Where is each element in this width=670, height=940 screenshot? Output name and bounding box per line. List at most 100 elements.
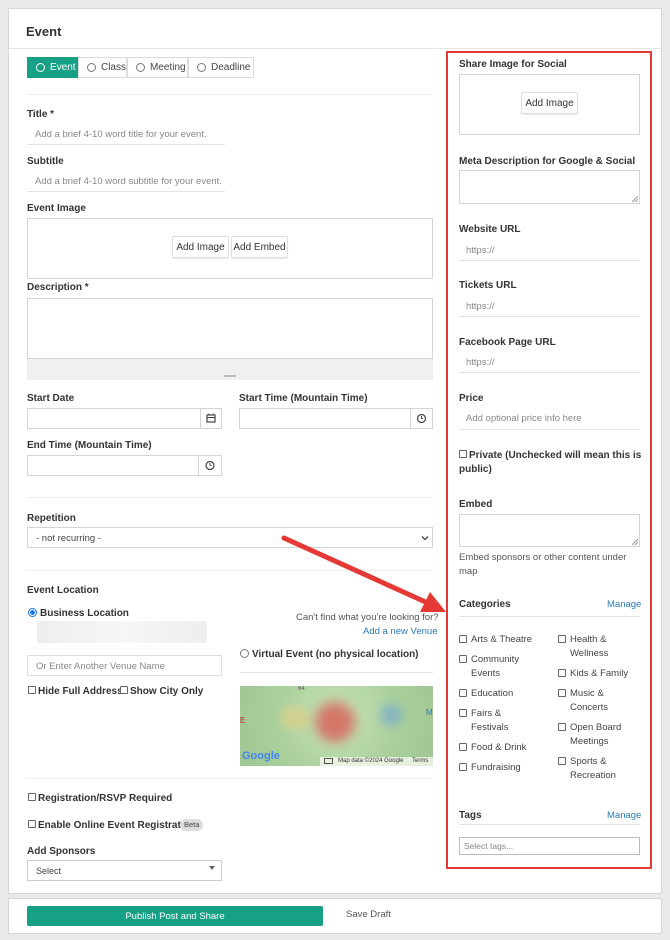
keyboard-icon[interactable] [324,758,333,764]
online-registration-checkbox[interactable] [28,820,36,828]
categories-manage-link[interactable]: Manage [607,599,641,610]
location-map[interactable]: E M 64 Google Map data ©2024 Google Term… [240,686,433,766]
category-checkbox[interactable] [459,655,467,663]
map-terms-link[interactable]: Terms [412,758,428,764]
private-checkbox[interactable] [459,450,467,458]
event-location-label: Event Location [27,585,99,596]
category-checkbox[interactable] [558,669,566,677]
title-underline [27,144,225,145]
tags-underline [459,824,640,825]
category-checkbox[interactable] [459,635,467,643]
virtual-underline [240,672,433,673]
add-image-button[interactable]: Add Image [172,236,229,258]
show-city-checkbox[interactable] [120,686,128,694]
category-checkbox[interactable] [558,723,566,731]
subtitle-label: Subtitle [27,156,64,167]
category-checkbox[interactable] [558,689,566,697]
website-url-input[interactable]: https:// [466,245,495,256]
subtitle-input[interactable]: Add a brief 4-10 word subtitle for your … [35,176,222,187]
embed-help-line1: Embed sponsors or other content under [459,552,627,563]
end-time-label: End Time (Mountain Time) [27,440,152,451]
venue-name-input[interactable]: Or Enter Another Venue Name [27,655,222,676]
category-checkbox[interactable] [558,635,566,643]
category-label-line: Recreation [570,769,616,781]
category-label: Fairs & Festivals [471,707,508,734]
category-checkbox[interactable] [459,743,467,751]
category-checkbox[interactable] [459,709,467,717]
end-time-clock-button[interactable] [198,455,222,476]
hide-address-checkbox[interactable] [28,686,36,694]
add-embed-button[interactable]: Add Embed [231,236,288,258]
category-label-line: Fundraising [471,762,521,773]
sponsors-value: Select [36,866,62,876]
event-image-dropzone[interactable] [27,218,433,279]
category-label: Arts & Theatre [471,633,532,647]
business-location-radio[interactable] [28,608,37,620]
tags-manage-link[interactable]: Manage [607,810,641,821]
category-label-line: Open Board [570,722,622,733]
add-venue-link[interactable]: Add a new Venue [363,626,437,637]
resize-grip-icon [632,539,638,545]
clock-icon [205,460,215,471]
map-marker-icon [315,702,355,742]
radio-icon [136,63,145,72]
sponsors-select[interactable]: Select [27,860,222,881]
map-label-m: M [426,708,433,717]
rsvp-checkbox[interactable] [28,793,36,801]
price-input[interactable]: Add optional price info here [466,413,582,424]
meta-description-textarea[interactable] [459,170,640,204]
end-time-input[interactable] [27,455,222,476]
tags-label: Tags [459,810,482,821]
description-label: Description * [27,282,89,293]
map-route-marker: 64 [298,686,305,692]
category-label: Music & Concerts [570,687,608,714]
title-input[interactable]: Add a brief 4-10 word title for your eve… [35,129,207,140]
tickets-underline [459,316,640,317]
beta-badge: Beta [180,819,204,831]
start-time-label: Start Time (Mountain Time) [239,393,368,404]
description-textarea[interactable] [27,298,433,359]
category-label: Education [471,687,513,701]
category-label-line: Arts & Theatre [471,634,533,645]
map-water [380,704,402,726]
type-option-label: Meeting [150,62,186,73]
type-option-class[interactable]: Class [78,57,127,78]
calendar-button[interactable] [200,408,222,429]
start-time-clock-button[interactable] [410,408,433,429]
map-data-text: Map data ©2024 Google [338,757,404,764]
publish-button[interactable]: Publish Post and Share [27,906,323,926]
category-checkbox[interactable] [558,757,566,765]
tags-input[interactable]: Select tags... [459,837,640,855]
event-image-label: Event Image [27,203,86,214]
virtual-event-radio[interactable] [240,649,249,661]
private-label-line1: Private (Unchecked will mean this is [469,450,642,461]
category-checkbox[interactable] [459,689,467,697]
category-label-line: Kids & Family [570,668,629,679]
type-option-meeting[interactable]: Meeting [127,57,188,78]
venue-name-placeholder: Or Enter Another Venue Name [36,661,165,672]
divider [27,497,433,498]
sponsors-label: Add Sponsors [27,846,96,857]
share-add-image-button[interactable]: Add Image [521,92,578,114]
tickets-url-input[interactable]: https:// [466,301,495,312]
type-option-label: Event [50,62,76,73]
type-option-deadline[interactable]: Deadline [188,57,254,78]
category-label-line: Sports & [570,756,607,767]
annotation-arrow-icon [281,535,446,612]
radio-icon [36,63,45,72]
category-checkbox[interactable] [459,763,467,771]
category-label: Food & Drink [471,741,526,755]
embed-textarea[interactable] [459,514,640,547]
map-area [280,706,310,730]
save-draft-button[interactable]: Save Draft [346,909,391,920]
type-option-event[interactable]: Event [27,57,78,78]
start-date-label: Start Date [27,393,75,404]
radio-icon [197,63,206,72]
category-label-line: Meetings [570,735,609,747]
start-date-input[interactable] [27,408,222,429]
clock-icon [416,413,427,424]
start-time-input[interactable] [239,408,433,429]
editor-resize-bar[interactable] [27,359,433,380]
facebook-url-input[interactable]: https:// [466,357,495,368]
categories-underline [459,616,640,617]
